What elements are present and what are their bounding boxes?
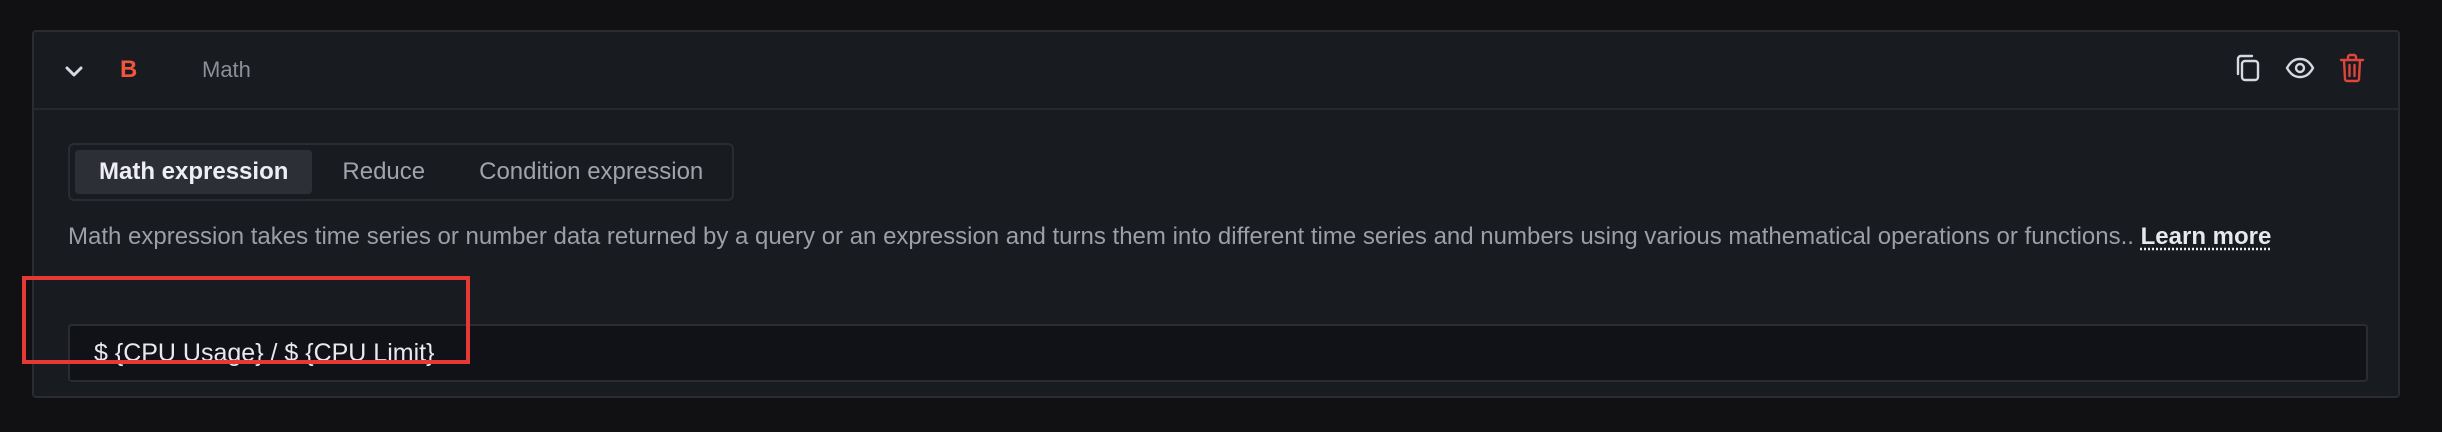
copy-icon [2233, 52, 2263, 89]
query-ref-id[interactable]: B [120, 54, 137, 86]
expression-card: B Math Math expression Reduce Condition … [32, 30, 2400, 398]
toggle-visibility-button[interactable] [2284, 52, 2316, 88]
duplicate-query-button[interactable] [2232, 52, 2264, 88]
eye-icon [2284, 52, 2316, 89]
expression-type-label: Math [202, 57, 251, 82]
tab-math-expression[interactable]: Math expression [75, 150, 313, 194]
expression-header: B Math [34, 32, 2398, 110]
math-expression-input[interactable] [68, 324, 2368, 382]
tab-reduce[interactable]: Reduce [318, 150, 449, 194]
learn-more-link[interactable]: Learn more [2141, 223, 2272, 250]
delete-query-button[interactable] [2336, 52, 2368, 88]
tab-condition-expression[interactable]: Condition expression [455, 150, 727, 194]
trash-icon [2337, 52, 2367, 89]
header-actions [2232, 52, 2368, 88]
expression-description: Math expression takes time series or num… [68, 218, 2368, 255]
description-text: Math expression takes time series or num… [68, 223, 2141, 250]
expression-type-tabs: Math expression Reduce Condition express… [68, 143, 735, 201]
chevron-down-icon[interactable] [58, 56, 90, 88]
